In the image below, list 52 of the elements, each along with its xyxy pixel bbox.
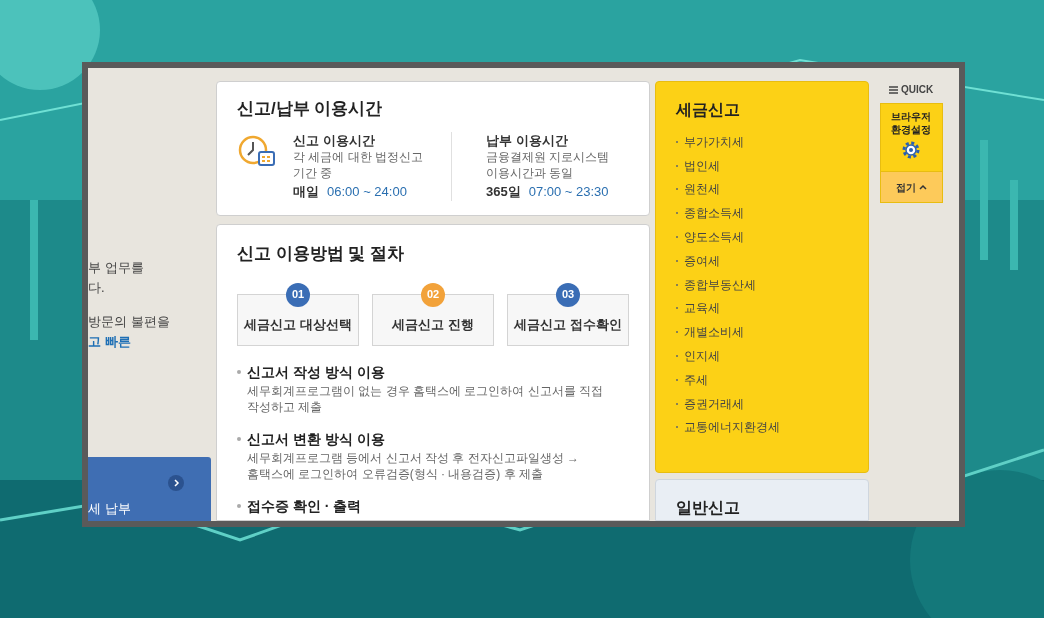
tax-link[interactable]: 종합부동산세 — [684, 275, 756, 294]
settings-icon — [901, 140, 921, 160]
step-number-badge: 03 — [556, 282, 580, 307]
method-title: 접수증 확인 · 출력 — [247, 496, 362, 516]
hours-period: 365일 — [486, 182, 521, 201]
tax-link[interactable]: 주세 — [684, 370, 708, 389]
bullet-icon — [237, 504, 241, 508]
browser-settings-button[interactable]: 브라우저 환경설정 — [879, 103, 943, 172]
method-title: 신고서 변환 방식 이용 — [247, 429, 385, 449]
intro-text: 방문의 불편을 — [88, 313, 171, 331]
step-number-badge: 01 — [286, 282, 310, 307]
hours-description: 금융결제원 지로시스템 — [486, 148, 610, 165]
tax-link[interactable]: 원천세 — [684, 180, 720, 199]
hours-description: 기간 중 — [293, 164, 334, 181]
intro-text: 부 업무를 — [88, 259, 145, 277]
intro-text: 다. — [88, 279, 106, 297]
method-title: 신고서 작성 방식 이용 — [247, 362, 385, 382]
tax-link[interactable]: 양도소득세 — [684, 228, 744, 247]
tax-link[interactable]: 증권거래세 — [684, 394, 744, 413]
bullet-icon — [237, 370, 241, 374]
step-number-badge: 02 — [421, 282, 445, 307]
card-title: 신고/납부 이용시간 — [237, 98, 384, 120]
tax-link[interactable]: 인지세 — [684, 347, 720, 366]
caret-icon — [918, 184, 927, 190]
method-description: 작성하고 제출 — [246, 398, 324, 415]
method-description: 홈택스에 로그인하여 오류검증(형식 · 내용검증) 후 제출 — [246, 465, 544, 482]
tax-link[interactable]: 법인세 — [684, 156, 720, 175]
method-description: 세무회계프로그램이 없는 경우 홈택스에 로그인하여 신고서를 직접 — [246, 382, 604, 399]
hours-time: 06:00 ~ 24:00 — [327, 182, 407, 201]
payment-card[interactable]: 세 납부 — [88, 457, 211, 521]
quick-label: QUICK — [900, 83, 934, 97]
tax-link[interactable]: 증여세 — [684, 251, 720, 270]
hours-heading: 신고 이용시간 — [293, 131, 376, 149]
menu-icon — [888, 85, 898, 94]
card-text: 세 납부 — [88, 500, 132, 518]
panel-title: 일반신고 — [676, 498, 741, 518]
tax-link[interactable]: 부가가치세 — [684, 132, 744, 151]
intro-text[interactable]: 고 빠른 — [88, 332, 211, 352]
hours-description: 이용시간과 동일 — [486, 164, 575, 181]
tax-link[interactable]: 종합소득세 — [684, 204, 744, 223]
card-title: 신고 이용방법 및 절차 — [237, 243, 406, 265]
tax-link[interactable]: 교육세 — [684, 299, 720, 318]
panel-title: 세금신고 — [676, 100, 741, 120]
tax-link[interactable]: 교통에너지환경세 — [684, 418, 780, 437]
bullet-icon — [237, 437, 241, 441]
collapse-button[interactable]: 접기 — [879, 172, 943, 203]
method-description: 세무회계프로그램 등에서 신고서 작성 후 전자신고파일생성 → — [246, 449, 580, 466]
hours-heading: 납부 이용시간 — [486, 131, 569, 149]
hours-time: 07:00 ~ 23:30 — [528, 182, 609, 201]
tax-link[interactable]: 개별소비세 — [684, 323, 744, 342]
hours-period: 매일 — [293, 182, 319, 201]
hours-description: 각 세금에 대한 법정신고 — [293, 148, 423, 165]
